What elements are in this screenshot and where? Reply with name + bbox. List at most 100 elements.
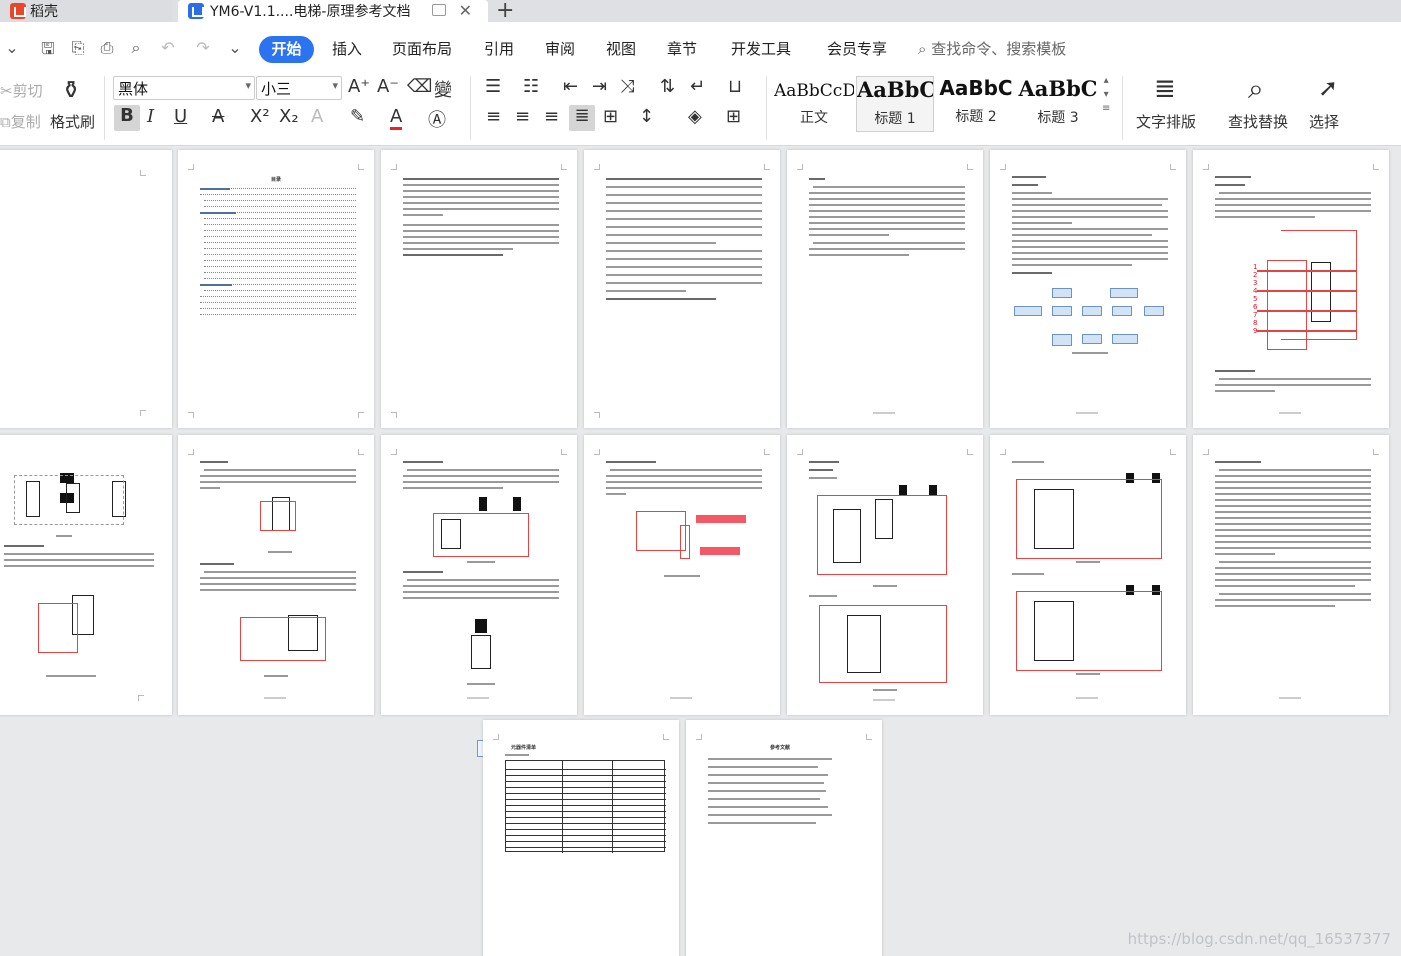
daoke-icon xyxy=(10,3,26,19)
page-thumbnail-circuit[interactable] xyxy=(178,435,374,715)
italic-icon[interactable]: I xyxy=(147,106,154,127)
style-heading2-sample: AaBbC xyxy=(939,76,1013,100)
shrink-font-icon[interactable]: A⁻ xyxy=(377,76,399,97)
borders-icon[interactable]: ⊞ xyxy=(726,106,741,127)
text-layout-label[interactable]: 文字排版 xyxy=(1136,111,1196,132)
format-painter-label[interactable]: 格式刷 xyxy=(50,111,95,132)
page-thumbnail-abstract-cn[interactable] xyxy=(381,150,577,428)
ribbon-divider xyxy=(104,76,105,140)
style-heading1[interactable]: AaBbC 标题 1 xyxy=(856,76,934,132)
menu-view[interactable]: 视图 xyxy=(606,38,636,59)
sort-icon[interactable]: ⇅ xyxy=(660,76,675,97)
save-icon[interactable]: 🖫 xyxy=(38,38,58,58)
export-icon[interactable]: ⎘ xyxy=(68,38,88,57)
page-thumbnail-circuit[interactable] xyxy=(381,435,577,715)
distributed-icon[interactable]: ⊞ xyxy=(603,106,618,127)
strikethrough-icon[interactable]: A xyxy=(212,106,224,127)
menu-bar: ⌄ 🖫 ⎘ ⎙ ⌕ ↶ ↷ ⌄ 开始 插入 页面布局 引用 审阅 视图 章节 开… xyxy=(0,22,1401,70)
bold-icon[interactable]: B xyxy=(114,105,140,131)
cursor-icon[interactable]: ➚ xyxy=(1318,74,1338,102)
page-thumbnail-design[interactable] xyxy=(990,150,1186,428)
superscript-icon[interactable]: X² xyxy=(250,106,270,127)
menu-page-layout[interactable]: 页面布局 xyxy=(392,38,452,59)
subscript-icon[interactable]: X₂ xyxy=(279,106,299,127)
scissors-icon: ✂ xyxy=(0,82,13,100)
close-tab-icon[interactable]: ✕ xyxy=(459,1,472,20)
page-thumbnail-circuit[interactable] xyxy=(990,435,1186,715)
print-preview-icon[interactable]: ⌕ xyxy=(126,38,146,57)
page-thumbnail-references[interactable]: 参考文献 xyxy=(686,720,882,956)
align-left-icon[interactable]: ≡ xyxy=(486,106,501,127)
page-thumbnail-circuit[interactable] xyxy=(584,435,780,715)
redo-icon[interactable]: ↷ xyxy=(193,38,213,57)
page-thumbnail-parts-list[interactable]: 元器件清单 xyxy=(483,720,679,956)
command-search[interactable]: ⌕ 查找命令、搜索模板 xyxy=(918,38,1066,59)
chevron-down-icon[interactable]: ⌄ xyxy=(2,38,22,57)
justify-icon[interactable]: ≣ xyxy=(569,105,595,131)
menu-insert[interactable]: 插入 xyxy=(332,38,362,59)
tab-daoke[interactable]: 稻壳 xyxy=(0,0,172,22)
font-color-icon[interactable]: A xyxy=(390,106,403,130)
document-workspace[interactable]: 目录 1 2 3 4 5 6 7 8 9 元器件清单 参考文献 https://… xyxy=(0,146,1401,956)
window-icon[interactable] xyxy=(432,4,446,16)
page-thumbnail-circuit[interactable]: 123456789 xyxy=(1193,150,1389,428)
page-thumbnail-abstract-en[interactable] xyxy=(584,150,780,428)
highlight-icon[interactable]: ✎ xyxy=(350,106,365,127)
menu-chapter[interactable]: 章节 xyxy=(667,38,697,59)
show-marks-icon[interactable]: ↵ xyxy=(690,76,705,97)
page-thumbnail-conclusion[interactable] xyxy=(1193,435,1389,715)
text-effect-icon[interactable]: A xyxy=(311,106,323,127)
page-thumbnail-circuit[interactable] xyxy=(0,435,172,715)
tab-document-label: YM6-V1.1....电梯-原理参考文档 xyxy=(210,4,411,20)
grow-font-icon[interactable]: A⁺ xyxy=(348,76,370,97)
styles-scroll-icon[interactable]: ▴ ▾ ≡ xyxy=(1102,74,1110,116)
print-icon[interactable]: ⎙ xyxy=(97,38,117,57)
new-tab-icon[interactable]: + xyxy=(496,0,514,23)
chinese-layout-icon[interactable]: ⤨ xyxy=(620,76,634,97)
menu-home[interactable]: 开始 xyxy=(259,36,314,63)
phonetic-guide-icon[interactable]: 變 xyxy=(434,76,452,102)
word-doc-icon xyxy=(188,3,204,19)
menu-review[interactable]: 审阅 xyxy=(545,38,575,59)
page-thumbnail[interactable] xyxy=(0,150,172,428)
underline-icon[interactable]: U xyxy=(174,106,187,127)
tab-daoke-label: 稻壳 xyxy=(30,4,58,20)
format-painter-icon[interactable]: ⚱ xyxy=(58,76,84,104)
menu-developer[interactable]: 开发工具 xyxy=(731,38,791,59)
tab-document[interactable]: YM6-V1.1....电梯-原理参考文档 ✕ xyxy=(178,0,488,22)
customize-icon[interactable]: ⌄ xyxy=(225,38,245,57)
bullet-list-icon[interactable]: ☰ xyxy=(485,76,501,97)
font-name-select[interactable]: 黑体 xyxy=(113,76,255,100)
align-right-icon[interactable]: ≡ xyxy=(544,106,559,127)
toc-title: 目录 xyxy=(271,177,282,183)
title-bar: 稻壳 YM6-V1.1....电梯-原理参考文档 ✕ + xyxy=(0,0,1401,23)
page-thumbnail-toc[interactable]: 目录 xyxy=(178,150,374,428)
style-heading3[interactable]: AaBbC 标题 3 xyxy=(1018,76,1098,132)
font-size-select[interactable]: 小三 xyxy=(256,76,342,100)
ribbon-divider xyxy=(1122,76,1123,140)
cut-button[interactable]: ✂剪切 xyxy=(0,80,43,101)
copy-button[interactable]: ⧉复制 xyxy=(0,111,41,132)
text-layout-icon[interactable]: ≣ xyxy=(1154,74,1176,104)
copy-label: 复制 xyxy=(10,113,41,131)
clear-format-icon[interactable]: ⌫ xyxy=(407,76,432,97)
undo-icon[interactable]: ↶ xyxy=(158,38,178,57)
style-normal[interactable]: AaBbCcDd 正文 xyxy=(774,76,854,132)
page-thumbnail-intro[interactable] xyxy=(787,150,983,428)
increase-indent-icon[interactable]: ⇥ xyxy=(592,76,607,97)
find-replace-label[interactable]: 查找替换 xyxy=(1228,111,1288,132)
numbered-list-icon[interactable]: ☷ xyxy=(523,76,539,97)
find-replace-icon[interactable]: ⌕ xyxy=(1248,72,1264,106)
command-search-label: 查找命令、搜索模板 xyxy=(931,40,1067,58)
menu-member[interactable]: 会员专享 xyxy=(827,38,887,59)
align-center-icon[interactable]: ≡ xyxy=(515,106,530,127)
select-label[interactable]: 选择 xyxy=(1309,111,1339,132)
decrease-indent-icon[interactable]: ⇤ xyxy=(563,76,578,97)
shading-icon[interactable]: ◈ xyxy=(688,106,702,127)
menu-references[interactable]: 引用 xyxy=(484,38,514,59)
char-border-icon[interactable]: Ⓐ xyxy=(428,106,446,132)
tab-stops-icon[interactable]: ⊔ xyxy=(728,76,742,97)
page-thumbnail-circuit[interactable] xyxy=(787,435,983,715)
style-heading2[interactable]: AaBbC 标题 2 xyxy=(936,76,1016,132)
line-spacing-icon[interactable]: ↕ xyxy=(639,106,654,127)
